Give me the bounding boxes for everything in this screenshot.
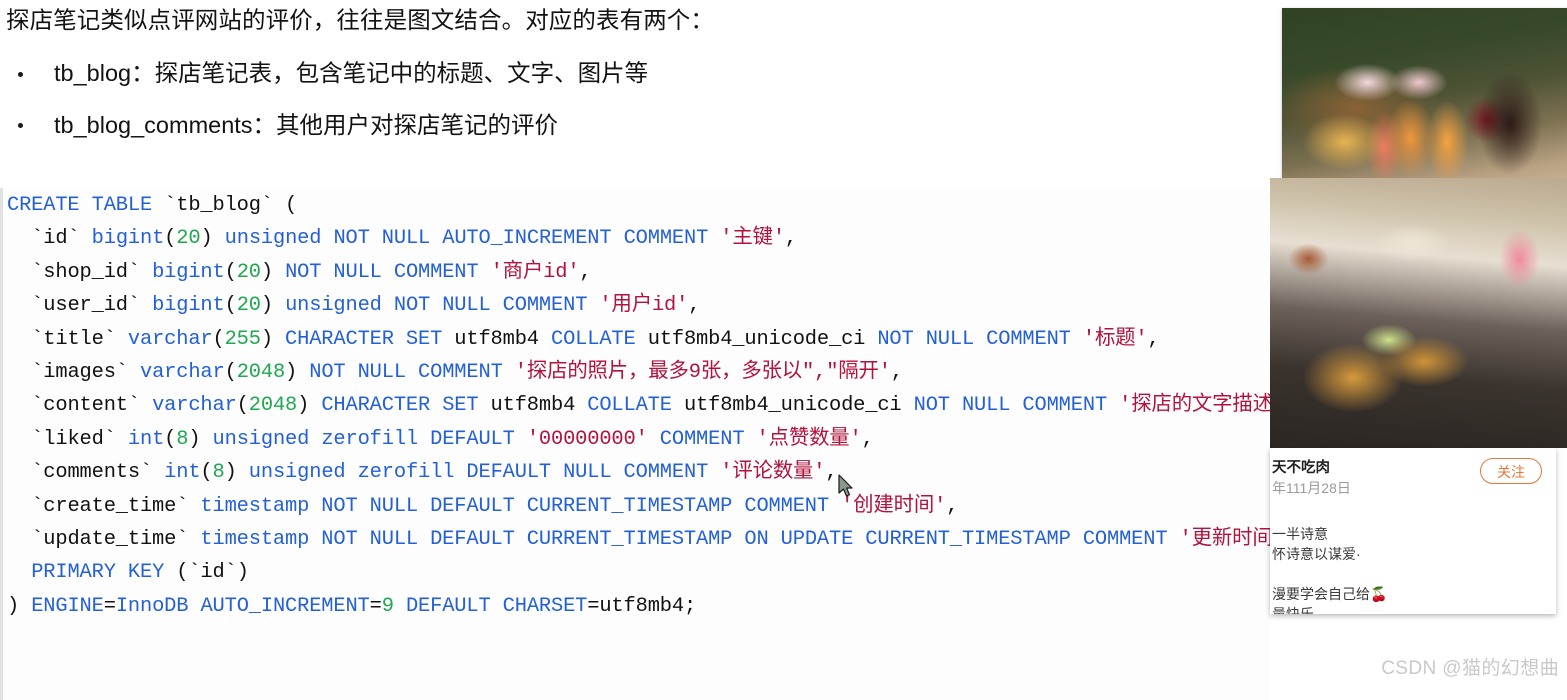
card-body-line xyxy=(1272,564,1387,584)
list-item: tb_blog：探店笔记表，包含笔记中的标题、文字、图片等 xyxy=(6,58,1146,89)
card-username: 天不吃肉 xyxy=(1272,460,1330,476)
social-post-card[interactable]: 天不吃肉 年111月28日 关注 一半诗意 怀诗意以谋爱· 漫要学会自己给🍒 量… xyxy=(1270,448,1556,614)
bullet-dot-icon xyxy=(18,123,23,129)
card-body-line: 漫要学会自己给🍒 xyxy=(1272,586,1388,602)
card-body-line: 量快乐. xyxy=(1272,606,1318,614)
follow-button[interactable]: 关注 xyxy=(1480,458,1542,484)
intro-paragraph: 探店笔记类似点评网站的评价，往往是图文结合。对应的表有两个： xyxy=(6,7,714,33)
card-body-line: 一半诗意 xyxy=(1272,526,1328,542)
prose-section: 探店笔记类似点评网站的评价，往往是图文结合。对应的表有两个： tb_blog：探… xyxy=(6,4,1146,140)
card-body: 一半诗意 怀诗意以谋爱· 漫要学会自己给🍒 量快乐. xyxy=(1272,524,1387,614)
bullet-dot-icon xyxy=(18,71,23,77)
card-body-line: 怀诗意以谋爱· xyxy=(1272,546,1361,562)
list-item-label: tb_blog_comments：其他用户对探店笔记的评价 xyxy=(54,111,559,138)
list-item-label: tb_blog：探店笔记表，包含笔记中的标题、文字、图片等 xyxy=(54,60,649,87)
photo-column: 天不吃肉 年111月28日 关注 一半诗意 怀诗意以谋爱· 漫要学会自己给🍒 量… xyxy=(1270,0,1567,700)
photo-fish-platter xyxy=(1270,178,1567,448)
sql-code-text: CREATE TABLE `tb_blog` ( `id` bigint(20)… xyxy=(7,194,1280,618)
photo-dinner-table xyxy=(1282,8,1567,194)
list-item: tb_blog_comments：其他用户对探店笔记的评价 xyxy=(6,110,1146,141)
card-date: 年111月28日 xyxy=(1272,480,1351,496)
table-list: tb_blog：探店笔记表，包含笔记中的标题、文字、图片等 tb_blog_co… xyxy=(6,58,1146,140)
sql-code-block[interactable]: CREATE TABLE `tb_blog` ( `id` bigint(20)… xyxy=(0,188,1280,700)
csdn-watermark: CSDN @猫的幻想曲 xyxy=(1381,658,1559,679)
